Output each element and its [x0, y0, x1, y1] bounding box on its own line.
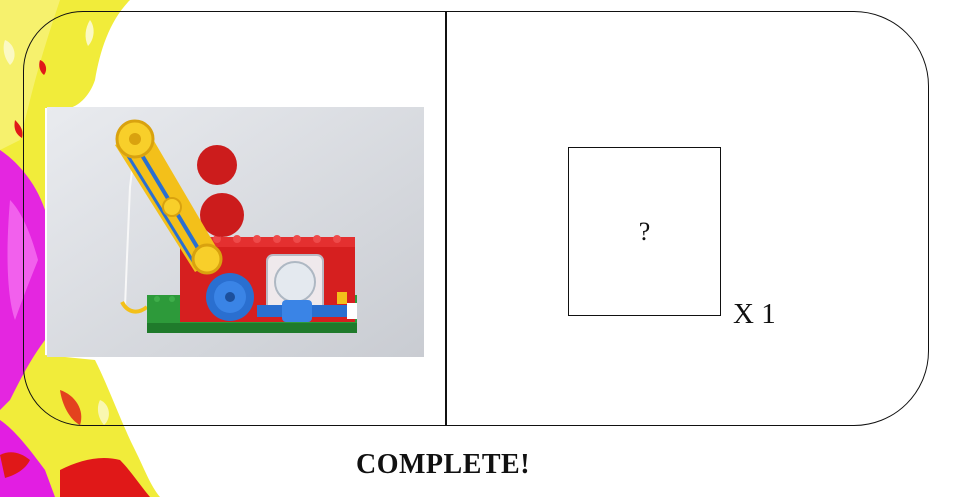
- status-text: COMPLETE!: [356, 449, 531, 480]
- model-photo: [47, 107, 424, 357]
- quantity-label: X 1: [733, 298, 776, 330]
- card-divider: [445, 11, 447, 426]
- unknown-part-box: ?: [568, 147, 721, 316]
- unknown-part-placeholder: ?: [638, 216, 651, 246]
